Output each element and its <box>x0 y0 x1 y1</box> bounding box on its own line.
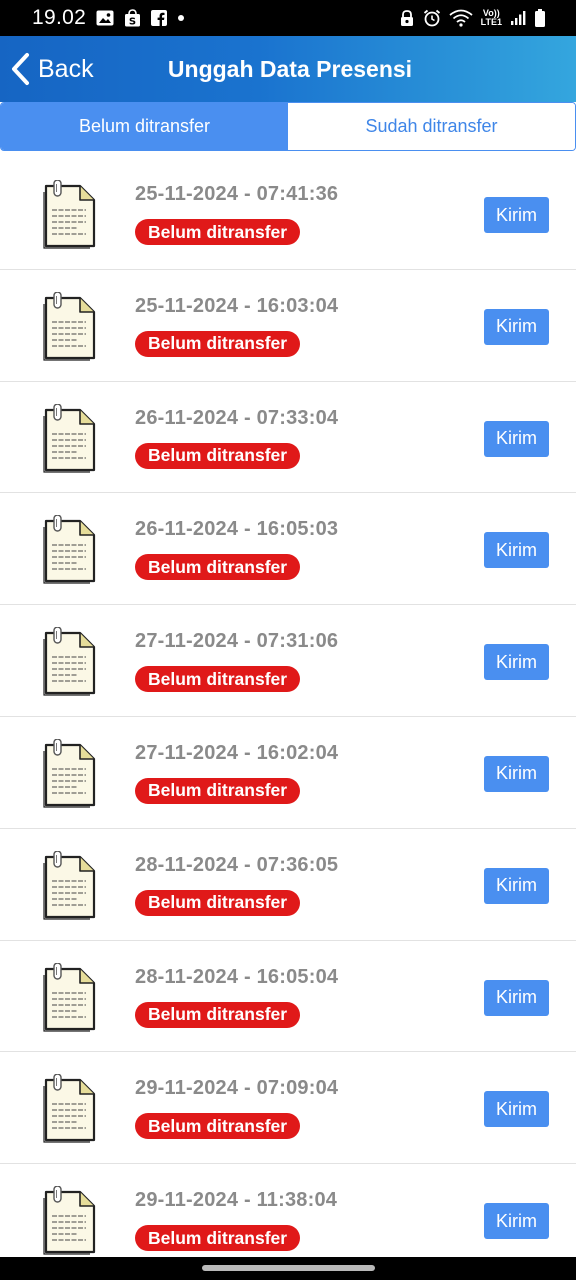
attendance-datetime: 28-11-2024 - 07:36:05 <box>135 853 339 876</box>
document-icon <box>42 626 98 697</box>
navigation-bar <box>0 1257 576 1280</box>
app-header: Back Unggah Data Presensi <box>0 36 576 102</box>
shop-icon: S <box>124 9 141 27</box>
status-badge: Belum ditransfer <box>135 442 301 469</box>
network-type: Vo)) LTE1 <box>481 9 502 27</box>
attendance-datetime: 26-11-2024 - 16:05:03 <box>135 518 339 541</box>
kirim-button[interactable]: Kirim <box>484 1091 549 1128</box>
tab-bar: Belum ditransfer Sudah ditransfer <box>0 102 576 151</box>
attendance-datetime: 29-11-2024 - 11:38:04 <box>135 1189 338 1212</box>
kirim-button[interactable]: Kirim <box>484 420 549 457</box>
document-icon <box>42 514 98 585</box>
attendance-datetime: 27-11-2024 - 16:02:04 <box>135 741 339 764</box>
list-item: 25-11-2024 - 07:41:36 Belum ditransfer K… <box>0 158 576 270</box>
svg-text:S: S <box>129 17 136 28</box>
list-item: 26-11-2024 - 16:05:03 Belum ditransfer K… <box>0 493 576 606</box>
status-time: 19.02 <box>32 6 87 29</box>
status-bar-right: Vo)) LTE1 <box>399 8 546 28</box>
status-badge: Belum ditransfer <box>135 889 301 916</box>
attendance-datetime: 29-11-2024 - 07:09:04 <box>135 1077 339 1100</box>
battery-icon <box>534 8 546 28</box>
list-item: 28-11-2024 - 07:36:05 Belum ditransfer K… <box>0 829 576 941</box>
facebook-icon <box>151 10 168 26</box>
document-icon <box>42 961 98 1033</box>
list-item: 29-11-2024 - 07:09:04 Belum ditransfer K… <box>0 1052 576 1165</box>
attendance-list: 25-11-2024 - 07:41:36 Belum ditransfer K… <box>0 158 576 1276</box>
status-badge: Belum ditransfer <box>135 777 301 804</box>
document-icon <box>42 402 98 474</box>
kirim-button[interactable]: Kirim <box>484 532 549 569</box>
status-badge: Belum ditransfer <box>135 554 301 581</box>
lock-icon <box>399 9 415 27</box>
kirim-button[interactable]: Kirim <box>484 197 549 233</box>
list-item: 28-11-2024 - 16:05:04 Belum ditransfer K… <box>0 941 576 1053</box>
status-badge: Belum ditransfer <box>135 219 301 245</box>
gesture-handle[interactable] <box>202 1265 375 1271</box>
list-item: 27-11-2024 - 07:31:06 Belum ditransfer K… <box>0 605 576 717</box>
signal-icon <box>510 10 526 26</box>
attendance-datetime: 25-11-2024 - 16:03:04 <box>135 294 339 317</box>
list-item: 26-11-2024 - 07:33:04 Belum ditransfer K… <box>0 382 576 494</box>
status-bar: 19.02 S Vo)) LTE1 <box>0 0 576 36</box>
dot-icon <box>177 14 185 22</box>
status-badge: Belum ditransfer <box>135 330 301 357</box>
kirim-button[interactable]: Kirim <box>484 979 549 1016</box>
status-badge: Belum ditransfer <box>135 1225 301 1252</box>
document-icon <box>42 1073 98 1144</box>
kirim-button[interactable]: Kirim <box>484 1203 549 1240</box>
document-icon <box>42 291 98 362</box>
tab-sudah-ditransfer[interactable]: Sudah ditransfer <box>288 103 575 150</box>
document-icon <box>42 179 98 250</box>
kirim-button[interactable]: Kirim <box>484 867 549 904</box>
attendance-datetime: 26-11-2024 - 07:33:04 <box>135 406 339 429</box>
list-item: 25-11-2024 - 16:03:04 Belum ditransfer K… <box>0 270 576 382</box>
status-badge: Belum ditransfer <box>135 1113 301 1140</box>
tab-belum-ditransfer[interactable]: Belum ditransfer <box>1 103 288 150</box>
page-title: Unggah Data Presensi <box>167 55 413 82</box>
network-label-bottom: LTE1 <box>480 17 502 27</box>
document-icon <box>42 738 98 809</box>
gallery-icon <box>96 10 114 26</box>
kirim-button[interactable]: Kirim <box>484 308 549 345</box>
status-bar-left: 19.02 S <box>32 6 185 30</box>
kirim-button[interactable]: Kirim <box>484 644 549 681</box>
status-badge: Belum ditransfer <box>135 1001 301 1028</box>
kirim-button[interactable]: Kirim <box>484 755 549 792</box>
list-item: 27-11-2024 - 16:02:04 Belum ditransfer K… <box>0 717 576 829</box>
document-icon <box>42 1185 98 1256</box>
attendance-datetime: 28-11-2024 - 16:05:04 <box>135 965 339 988</box>
status-badge: Belum ditransfer <box>135 666 301 693</box>
attendance-datetime: 25-11-2024 - 07:41:36 <box>135 183 339 205</box>
alarm-icon <box>423 9 441 27</box>
wifi-icon <box>449 9 473 27</box>
attendance-datetime: 27-11-2024 - 07:31:06 <box>135 630 339 653</box>
document-icon <box>42 850 98 921</box>
